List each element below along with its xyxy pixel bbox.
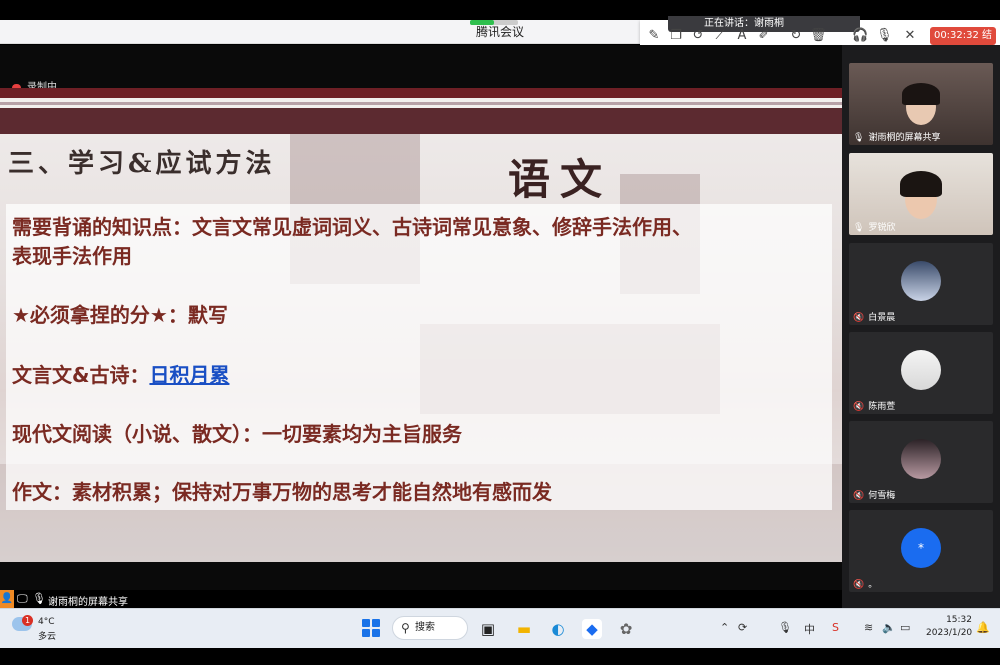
slide-line: 文言文&古诗：日积月累 [12,362,229,388]
close-icon[interactable]: ✕ [902,28,918,44]
notification-bell-icon[interactable]: 🔔 [976,621,990,634]
tencent-meeting-icon[interactable]: ◆ [582,619,602,639]
wifi-icon[interactable]: ≋ [864,621,873,634]
app-icon[interactable]: ✿ [616,619,636,639]
volume-icon[interactable]: 🔈 [882,621,896,634]
participant-name: 🔇 陈雨萱 [853,402,896,412]
slide-highlight: 日积月累 [149,363,230,387]
mic-muted-icon: 🔇 [853,580,865,590]
participant-avatar [901,439,941,479]
undo-icon[interactable]: ↺ [690,28,706,44]
clock-date: 2023/1/20 [926,628,973,638]
copy-icon[interactable]: ❐ [668,28,684,44]
search-box[interactable]: 搜索 [392,616,468,640]
participant-name: 🔇 何雪梅 [853,491,896,501]
bottom-black-bar [0,648,1000,665]
trash-icon[interactable]: 🗑 [810,28,827,44]
participant-hair [900,171,942,197]
sync-icon[interactable]: ⟳ [738,621,747,634]
host-icon: 👤 [0,590,14,608]
participant-tile[interactable]: 🔇 何雪梅 [849,421,993,503]
notification-badge: 1 [22,615,33,626]
participant-avatar [901,350,941,390]
edge-browser-icon[interactable]: ◐ [548,619,568,639]
slide-subject-title: 语文 [508,155,613,204]
mic-icon: 🎙 [32,592,46,605]
brush-icon[interactable]: ⟋ [712,28,728,44]
slide-stripe [0,102,842,105]
participant-tile[interactable]: 🔇 白景晨 [849,243,993,325]
start-button[interactable] [362,619,380,637]
slide-line-label: 文言文&古诗： [12,363,150,387]
slide-line: 作文：素材积累；保持对万事万物的思考才能自然地有感而发 [12,480,552,504]
participant-name: 🔇。 [853,580,878,590]
clock-time: 15:32 [946,615,972,625]
weather-temperature[interactable]: 4°C [38,617,55,627]
chevron-up-icon[interactable]: ⌃ [720,621,729,634]
mic-muted-icon: 🔇 [853,402,865,412]
screen-share-icon: 🖵 [17,592,28,605]
weather-description[interactable]: 多云 [38,629,56,642]
screen-share-name: 谢雨桐的屏幕共享 [48,597,128,608]
text-icon[interactable]: A [734,28,750,44]
mic-icon: 🎙 [853,223,865,233]
slide-section-title: 三、学习&应试方法 [8,149,276,179]
redo-icon[interactable]: ↻ [788,28,804,44]
system-clock[interactable]: 15:32 2023/1/20 [926,614,972,640]
slide-top-band [0,88,842,98]
slide-line: ★必须拿捏的分★：默写 [12,303,228,327]
pencil-icon[interactable]: ✎ [646,28,662,44]
marker-icon[interactable]: ✐ [756,28,772,44]
task-view-icon[interactable]: ▣ [478,619,498,639]
slide-line: 需要背诵的知识点：文言文常见虚词词义、古诗词常见意象、修辞手法作用、 [12,215,692,239]
participant-name: 🔇 白景晨 [853,313,896,323]
participant-avatar [901,261,941,301]
participant-tile[interactable]: 🎙 罗锐欣 [849,153,993,235]
mic-icon: 🎙 [853,133,865,143]
participant-tile[interactable]: 🔇 陈雨萱 [849,332,993,414]
slide-header-band [0,108,842,134]
battery-icon[interactable]: ▭ [900,621,910,634]
slide-line: 表现手法作用 [12,244,132,268]
ime-icon[interactable]: 中 [804,621,815,637]
headset-icon[interactable]: 🎧 [852,28,868,44]
participant-avatar: * [901,528,941,568]
windows-taskbar: 1 4°C 多云 搜索 ▣ ▬ ◐ ◆ ✿ ⌃ ⟳ 🎙 中 S ≋ 🔈 ▭ 15… [0,608,1000,648]
screen-share-label: 👤 🖵 🎙 谢雨桐的屏幕共享 [0,590,842,608]
participants-panel[interactable]: 🎙 谢雨桐的屏幕共享 🎙 罗锐欣 🔇 白景晨 🔇 陈雨萱 🔇 何雪梅 * 🔇。 [842,45,1000,608]
antivirus-icon[interactable]: S [832,621,839,634]
participant-name: 🎙 罗锐欣 [853,223,896,233]
participant-tile[interactable]: * 🔇。 [849,510,993,592]
mic-muted-icon: 🔇 [853,491,865,501]
participant-hair [902,83,940,105]
slide-line: 现代文阅读（小说、散文）：一切要素均为主旨服务 [12,422,462,446]
mic-icon[interactable]: 🎙 [778,621,792,634]
file-explorer-icon[interactable]: ▬ [514,619,534,639]
mic-icon[interactable]: 🎙 [876,28,893,44]
end-meeting-button[interactable]: 00:32:32 结束 [930,27,996,59]
mic-muted-icon: 🔇 [853,313,865,323]
participant-tile[interactable]: 🎙 谢雨桐的屏幕共享 [849,63,993,145]
participant-name: 🎙 谢雨桐的屏幕共享 [853,133,941,143]
